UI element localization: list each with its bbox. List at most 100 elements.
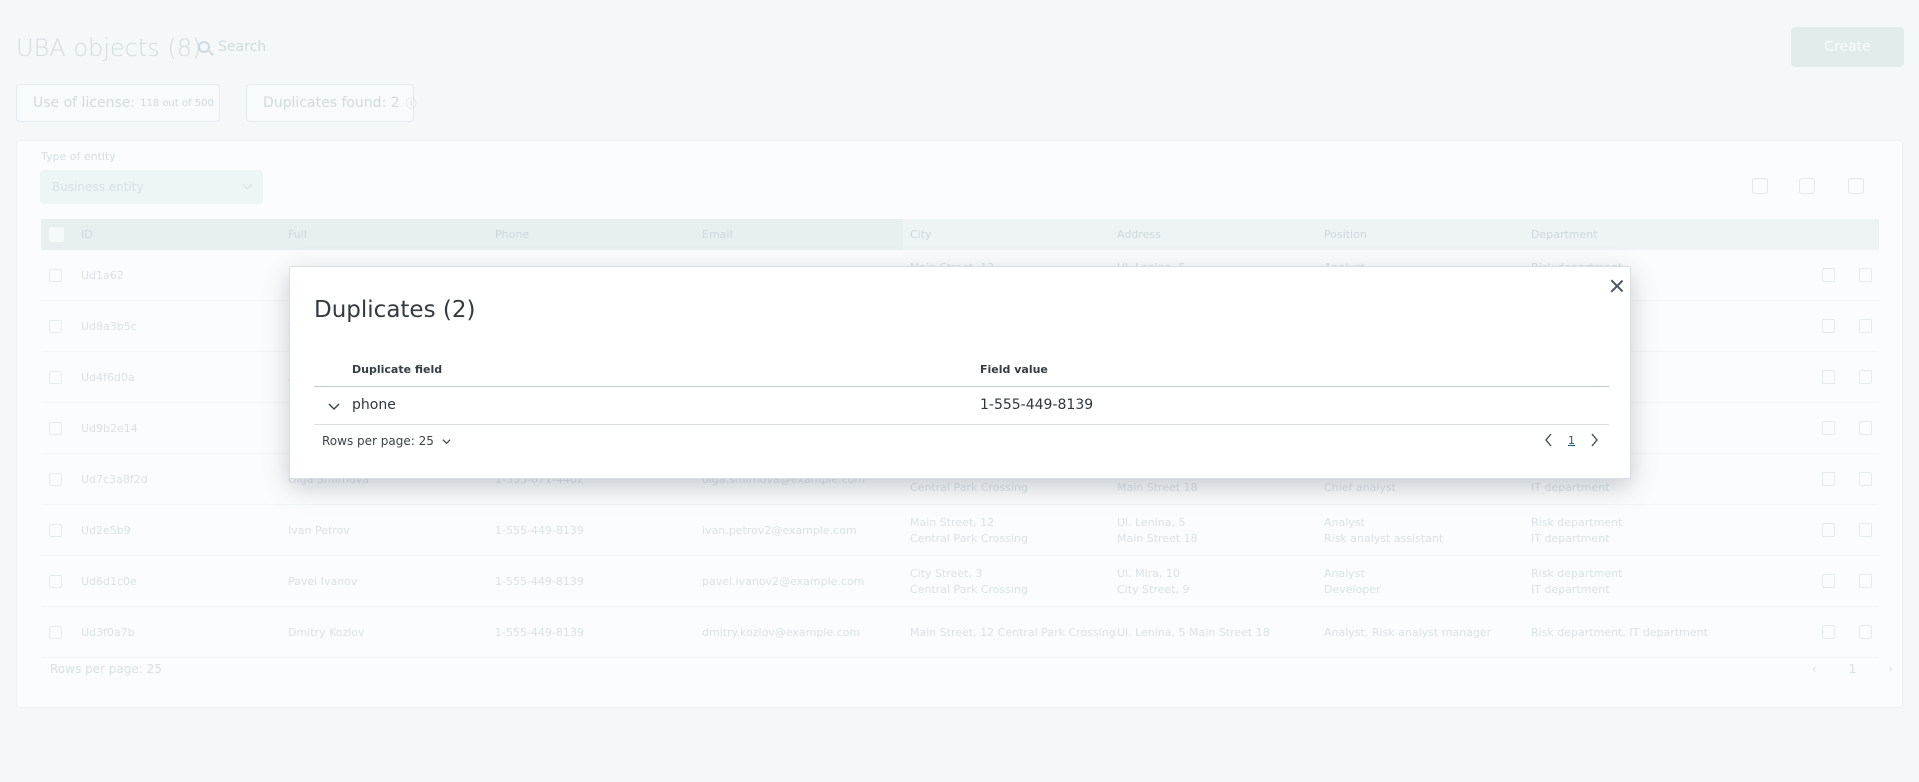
cell-address: Ul. Lenina, 5 Main Street 18 [1117, 625, 1270, 641]
cell-line: Analyst [1324, 516, 1365, 529]
chevron-down-icon[interactable] [328, 400, 340, 412]
filter-icon[interactable] [1799, 178, 1815, 194]
create-button[interactable]: Create [1791, 27, 1904, 67]
cell-line: Risk department [1531, 516, 1623, 529]
table-row[interactable]: phone 1-555-449-8139 [314, 387, 1609, 425]
edit-icon[interactable] [1822, 574, 1835, 588]
row-checkbox[interactable] [49, 473, 62, 486]
cell-line: IT department [1531, 481, 1610, 494]
column-header-department[interactable]: Department [1531, 228, 1598, 241]
delete-icon[interactable] [1859, 472, 1872, 486]
column-header-position[interactable]: Position [1324, 228, 1367, 241]
cell-line: IT department [1531, 583, 1610, 596]
cell-email: dmitry.kozlov@example.com [702, 626, 861, 639]
cell-id: Ud8a3b5c [81, 320, 137, 333]
cell-line: City Street, 9 [1117, 583, 1190, 596]
delete-icon[interactable] [1859, 370, 1872, 384]
delete-icon[interactable] [1859, 421, 1872, 435]
table-row[interactable]: Ud6d1c0e Pavel Ivanov 1-555-449-8139 pavel.… [41, 557, 1879, 607]
edit-icon[interactable] [1822, 472, 1835, 486]
column-header-duplicate-field: Duplicate field [352, 363, 443, 376]
cell-id: Ud7c3a8f2d [81, 473, 148, 486]
cell-email: ivan.petrov2@example.com [702, 524, 857, 537]
cell-line: Risk department, IT department [1531, 626, 1708, 639]
row-checkbox[interactable] [49, 371, 62, 384]
row-checkbox[interactable] [49, 422, 62, 435]
cell-id: Ud6d1c0e [81, 575, 137, 588]
cell-full: Pavel Ivanov [288, 575, 358, 588]
duplicates-modal: Duplicates (2) Duplicate field Field val… [289, 266, 1631, 479]
cell-address: Ul. Lenina, 5 Main Street 18 [1117, 515, 1198, 547]
page-number[interactable]: 1 [1568, 434, 1575, 447]
chevron-left-icon[interactable] [1544, 433, 1554, 447]
search-icon [198, 41, 210, 53]
edit-icon[interactable] [1822, 523, 1835, 537]
field-value-cell: 1-555-449-8139 [980, 397, 1094, 413]
select-all-checkbox[interactable] [49, 227, 64, 242]
columns-settings-icon[interactable] [1752, 178, 1768, 194]
duplicates-table: Duplicate field Field value phone 1-555-… [314, 361, 1609, 459]
cell-full: Dmitry Kozlov [288, 626, 365, 639]
cell-line: Central Park Crossing [910, 532, 1028, 545]
rows-per-page-label: Rows per page: 25 [322, 434, 434, 448]
delete-icon[interactable] [1859, 574, 1872, 588]
cell-city: Main Street, 12 Central Park Crossing [910, 515, 1028, 547]
cell-phone: 1-555-449-8139 [495, 626, 584, 639]
delete-icon[interactable] [1859, 319, 1872, 333]
row-checkbox[interactable] [49, 524, 62, 537]
delete-icon[interactable] [1859, 268, 1872, 282]
table-row[interactable]: Ud2e5b9 Ivan Petrov 1-555-449-8139 ivan.pet… [41, 506, 1879, 556]
background-pager[interactable]: ‹ 1 › [1812, 662, 1907, 676]
background-rows-per-page[interactable]: Rows per page: 25 [50, 662, 162, 676]
rows-per-page-select[interactable]: Rows per page: 25 [322, 434, 451, 448]
column-header-id[interactable]: ID [81, 228, 93, 241]
cell-line: Risk analyst assistant [1324, 532, 1444, 545]
objects-table-header: ID Full Phone Email City Address Positio… [41, 219, 1879, 250]
chevron-right-icon[interactable] [1589, 433, 1599, 447]
cell-email: pavel.ivanov2@example.com [702, 575, 865, 588]
cell-id: Ud2e5b9 [81, 524, 131, 537]
cell-line: Analyst, Risk analyst manager [1324, 626, 1492, 639]
search-box[interactable]: Search [198, 34, 266, 60]
search-placeholder: Search [218, 39, 267, 55]
cell-position: Analyst Risk analyst assistant [1324, 515, 1443, 547]
duplicates-found-chip[interactable]: Duplicates found: 2 ⓘ [246, 84, 417, 122]
column-header-phone[interactable]: Phone [495, 228, 529, 241]
edit-icon[interactable] [1822, 625, 1835, 639]
cell-city: Main Street, 12 Central Park Crossing [910, 625, 1116, 641]
edit-icon[interactable] [1822, 268, 1835, 282]
close-icon[interactable] [1609, 278, 1625, 294]
cell-line: Ul. Lenina, 5 Main Street 18 [1117, 626, 1270, 639]
info-icon: ⓘ [405, 97, 417, 110]
pagination: 1 [1544, 433, 1599, 447]
delete-icon[interactable] [1859, 625, 1872, 639]
chevron-down-icon [442, 438, 451, 444]
delete-icon[interactable] [1848, 178, 1864, 194]
cell-line: Chief analyst [1324, 481, 1396, 494]
license-usage-chip: Use of license: 118 out of 500 [16, 84, 220, 122]
delete-icon[interactable] [1859, 523, 1872, 537]
table-row[interactable]: Ud3f0a7b Dmitry Kozlov 1-555-449-8139 dmitr… [41, 608, 1879, 658]
cell-id: Ud4f6d0a [81, 371, 135, 384]
edit-icon[interactable] [1822, 421, 1835, 435]
modal-title: Duplicates (2) [314, 297, 476, 323]
row-checkbox[interactable] [49, 269, 62, 282]
column-header-city[interactable]: City [910, 228, 932, 241]
row-checkbox[interactable] [49, 575, 62, 588]
column-header-address[interactable]: Address [1117, 228, 1161, 241]
edit-icon[interactable] [1822, 370, 1835, 384]
cell-line: Ul. Mira, 10 [1117, 567, 1180, 580]
row-checkbox[interactable] [49, 626, 62, 639]
license-usage-label: Use of license: [33, 95, 136, 111]
type-of-entity-select[interactable]: Business entity [40, 170, 263, 204]
duplicates-table-footer: Rows per page: 25 1 [314, 425, 1609, 459]
cell-line: Ul. Lenina, 5 [1117, 516, 1186, 529]
edit-icon[interactable] [1822, 319, 1835, 333]
cell-id: Ud3f0a7b [81, 626, 135, 639]
license-usage-value: 118 out of 500 [140, 97, 214, 109]
cell-line: Risk department [1531, 567, 1623, 580]
column-header-full[interactable]: Full [288, 228, 307, 241]
cell-line: City Street, 3 [910, 567, 983, 580]
row-checkbox[interactable] [49, 320, 62, 333]
column-header-email[interactable]: Email [702, 228, 733, 241]
